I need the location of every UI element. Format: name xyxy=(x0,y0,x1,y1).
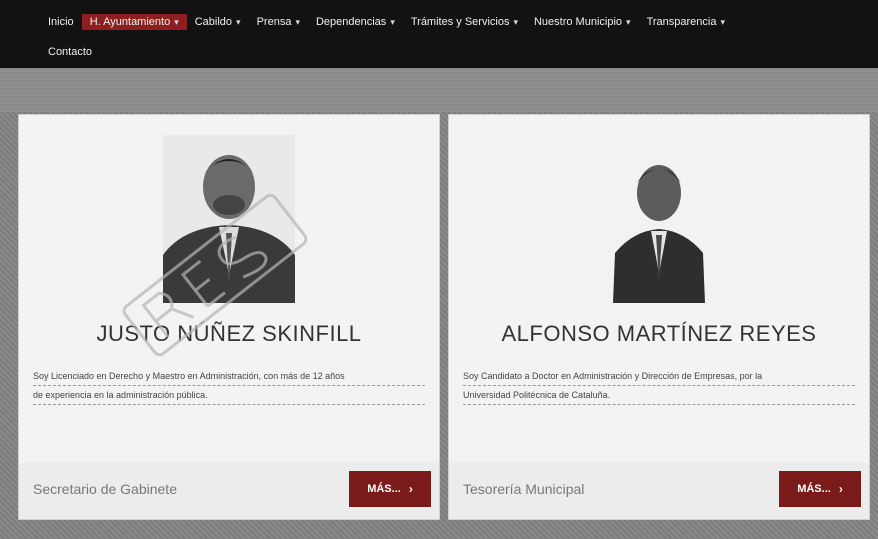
page: Inicio H. Ayuntamiento ▾ Cabildo ▾ Prens… xyxy=(0,0,878,539)
person-portrait-icon xyxy=(593,135,725,303)
official-role: Secretario de Gabinete xyxy=(33,481,177,497)
banner-strip xyxy=(0,68,878,112)
official-photo xyxy=(593,135,725,303)
person-portrait-icon xyxy=(163,135,295,303)
more-button-label: MÁS... xyxy=(797,483,831,495)
official-name: JUSTO NÚÑEZ SKINFILL xyxy=(96,321,362,346)
chevron-down-icon: ▾ xyxy=(626,16,631,27)
top-navigation-bar: Inicio H. Ayuntamiento ▾ Cabildo ▾ Prens… xyxy=(0,0,878,68)
nav-item-cabildo[interactable]: Cabildo ▾ xyxy=(187,14,249,30)
nav-item-transparencia[interactable]: Transparencia ▾ xyxy=(639,14,733,30)
nav-item-tramites[interactable]: Trámites y Servicios ▾ xyxy=(403,14,526,30)
nav-item-dependencias[interactable]: Dependencias ▾ xyxy=(308,14,403,30)
nav-row-secondary: Contacto xyxy=(40,42,100,62)
nav-item-label: Contacto xyxy=(48,46,93,58)
nav-item-h-ayuntamiento[interactable]: H. Ayuntamiento ▾ xyxy=(81,14,187,30)
bio-line: Soy Candidato a Doctor en Administración… xyxy=(463,367,855,386)
nav-item-inicio[interactable]: Inicio xyxy=(40,14,82,30)
nav-item-contacto[interactable]: Contacto xyxy=(40,44,100,60)
official-card: ALFONSO MARTÍNEZ REYES Soy Candidato a D… xyxy=(448,114,870,520)
official-bio: Soy Licenciado en Derecho y Maestro en A… xyxy=(33,367,425,405)
more-button-label: MÁS... xyxy=(367,483,401,495)
bio-line: Universidad Politécnica de Cataluña. xyxy=(463,386,855,405)
bio-line: de experiencia en la administración públ… xyxy=(33,386,425,405)
official-name: ALFONSO MARTÍNEZ REYES xyxy=(501,321,817,346)
card-footer: Tesorería Municipal MÁS... › xyxy=(449,463,869,519)
more-button[interactable]: MÁS... › xyxy=(349,471,431,507)
nav-item-label: Trámites y Servicios xyxy=(410,16,510,28)
nav-item-label: Transparencia xyxy=(646,16,717,28)
more-button[interactable]: MÁS... › xyxy=(779,471,861,507)
chevron-right-icon: › xyxy=(838,482,843,496)
nav-row-primary: Inicio H. Ayuntamiento ▾ Cabildo ▾ Prens… xyxy=(40,12,733,32)
official-photo xyxy=(163,135,295,303)
nav-item-label: Cabildo xyxy=(194,16,233,28)
chevron-down-icon: ▾ xyxy=(295,16,300,27)
nav-item-nuestro-municipio[interactable]: Nuestro Municipio ▾ xyxy=(526,14,639,30)
chevron-down-icon: ▾ xyxy=(390,16,395,27)
nav-item-label: Nuestro Municipio xyxy=(533,16,623,28)
chevron-down-icon: ▾ xyxy=(513,16,518,27)
nav-item-label: Prensa xyxy=(256,16,292,28)
chevron-right-icon: › xyxy=(408,482,413,496)
official-bio: Soy Candidato a Doctor en Administración… xyxy=(463,367,855,405)
official-card: JUSTO NÚÑEZ SKINFILL Soy Licenciado en D… xyxy=(18,114,440,520)
nav-item-label: Dependencias xyxy=(315,16,387,28)
nav-item-label: H. Ayuntamiento xyxy=(89,16,171,28)
chevron-down-icon: ▾ xyxy=(236,16,241,27)
nav-item-label: Inicio xyxy=(48,16,74,28)
card-footer: Secretario de Gabinete MÁS... › xyxy=(19,463,439,519)
chevron-down-icon: ▾ xyxy=(174,16,179,27)
bio-line: Soy Licenciado en Derecho y Maestro en A… xyxy=(33,367,425,386)
chevron-down-icon: ▾ xyxy=(720,16,725,27)
nav-item-prensa[interactable]: Prensa ▾ xyxy=(249,14,308,30)
official-role: Tesorería Municipal xyxy=(463,481,585,497)
